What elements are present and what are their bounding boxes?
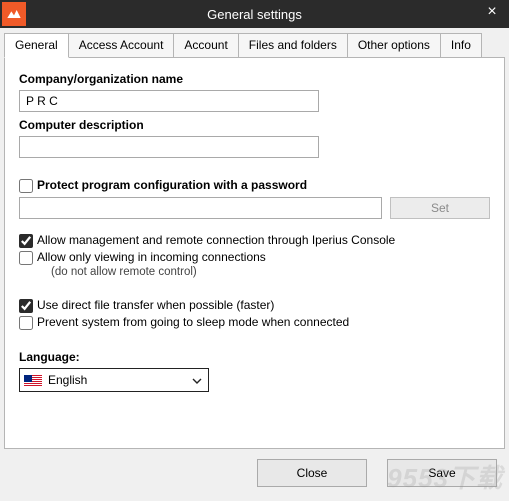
tab-info[interactable]: Info [440,33,482,58]
window-title: General settings [0,7,509,22]
language-label: Language: [19,350,490,364]
prevent-sleep-checkbox[interactable] [19,316,33,330]
direct-transfer-label: Use direct file transfer when possible (… [37,298,274,312]
language-value: English [48,373,87,387]
allow-management-label: Allow management and remote connection t… [37,233,395,247]
protect-password-label: Protect program configuration with a pas… [37,178,307,192]
tab-strip: General Access Account Account Files and… [0,28,509,57]
flag-uk-icon [24,375,42,386]
save-button[interactable]: Save [387,459,497,487]
allow-viewing-label: Allow only viewing in incoming connectio… [37,250,266,264]
prevent-sleep-label: Prevent system from going to sleep mode … [37,315,349,329]
tab-access-account[interactable]: Access Account [68,33,175,58]
company-label: Company/organization name [19,72,490,86]
company-input[interactable] [19,90,319,112]
tab-general[interactable]: General [4,33,69,58]
button-bar: Close Save [0,449,509,501]
title-bar: General settings × [0,0,509,28]
tab-files-folders[interactable]: Files and folders [238,33,348,58]
allow-management-checkbox[interactable] [19,234,33,248]
protect-password-checkbox[interactable] [19,179,33,193]
allow-viewing-checkbox[interactable] [19,251,33,265]
description-input[interactable] [19,136,319,158]
direct-transfer-checkbox[interactable] [19,299,33,313]
tab-panel-general: Company/organization name Computer descr… [4,57,505,449]
set-button: Set [390,197,490,219]
password-input[interactable] [19,197,382,219]
close-button[interactable]: Close [257,459,367,487]
chevron-down-icon [192,375,202,389]
tab-other-options[interactable]: Other options [347,33,441,58]
allow-viewing-sub: (do not allow remote control) [51,266,490,278]
language-select[interactable]: English [19,368,209,392]
close-icon[interactable]: × [481,2,503,24]
tab-account[interactable]: Account [173,33,238,58]
description-label: Computer description [19,118,490,132]
app-icon [2,2,26,26]
